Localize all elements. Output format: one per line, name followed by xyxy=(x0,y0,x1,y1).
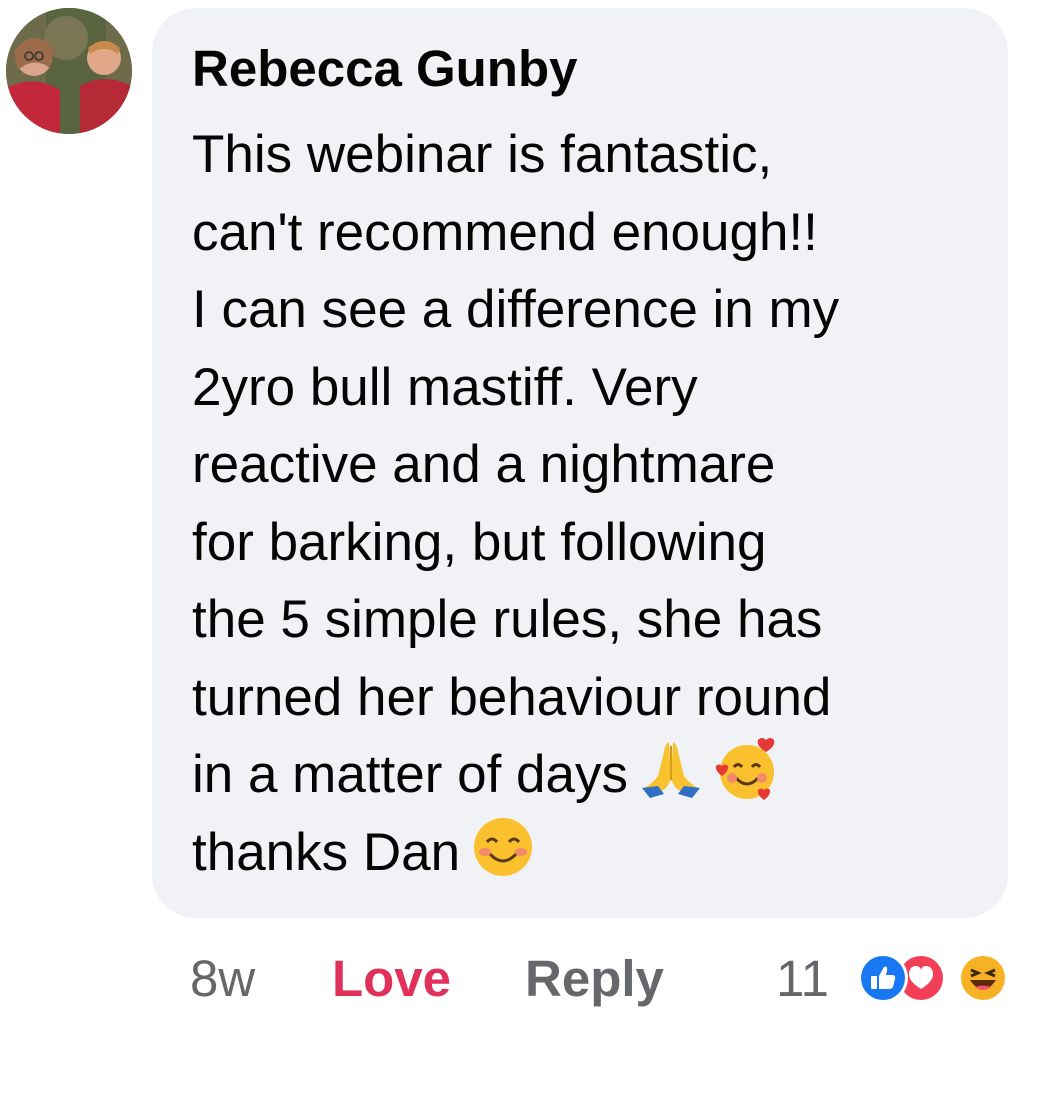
comment-timestamp[interactable]: 8w xyxy=(190,944,255,1014)
comment-line-with-emojis: thanks Dan xyxy=(192,814,968,892)
comment-line: This webinar is fantastic, xyxy=(192,125,773,184)
comment-line: the 5 simple rules, she has xyxy=(192,590,823,649)
comment-body: This webinar is fantastic, can't recomme… xyxy=(192,116,968,891)
comment-bubble: Rebecca Gunby This webinar is fantastic,… xyxy=(152,8,1008,918)
comment-line-with-emojis: in a matter of days xyxy=(192,736,968,814)
haha-reaction-icon xyxy=(958,953,1008,1003)
smiling-face-with-hearts-emoji xyxy=(714,736,780,802)
reaction-count: 11 xyxy=(776,950,829,1007)
comment-line-text: in a matter of days xyxy=(192,745,628,804)
comment-line-text: thanks Dan xyxy=(192,822,461,882)
comment-line: turned her behaviour round xyxy=(192,667,832,727)
comment-line: I can see a difference in my xyxy=(192,280,840,339)
reply-button[interactable]: Reply xyxy=(525,944,664,1014)
comment-line: 2yro bull mastiff. Very xyxy=(192,357,698,417)
comment-line: reactive and a nightmare xyxy=(192,435,776,494)
smiling-face-with-smiling-eyes-emoji xyxy=(470,814,536,880)
avatar-photo xyxy=(6,8,132,134)
comment-line: for barking, but following xyxy=(192,512,767,572)
comment-line: can't recommend enough!! xyxy=(192,202,818,262)
love-button[interactable]: Love xyxy=(332,944,451,1014)
folded-hands-emoji xyxy=(638,736,704,802)
avatar[interactable] xyxy=(6,8,132,134)
comment-author[interactable]: Rebecca Gunby xyxy=(192,38,968,100)
like-reaction-icon xyxy=(858,953,908,1003)
